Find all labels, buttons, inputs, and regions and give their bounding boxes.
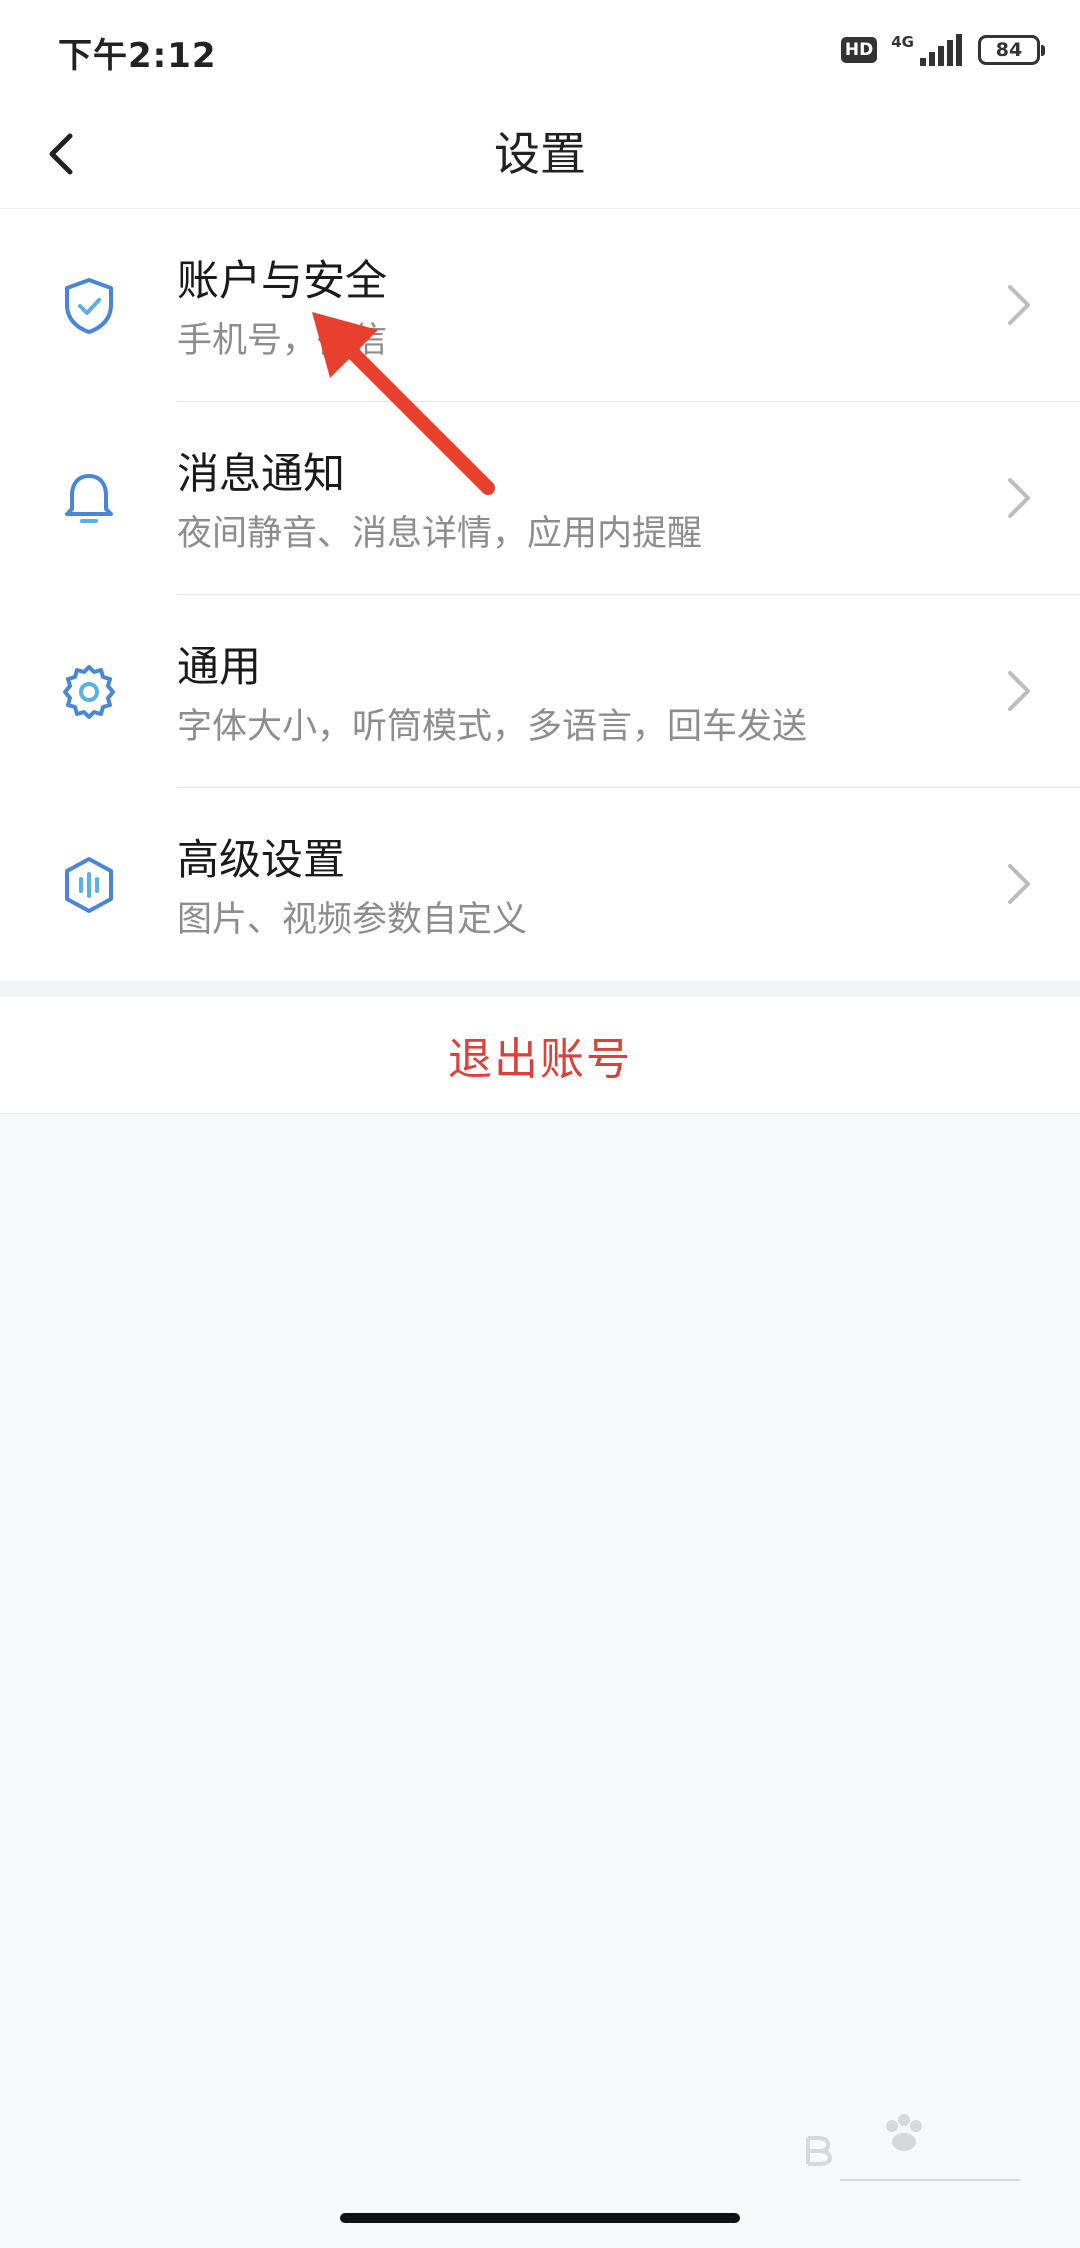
item-title: 高级设置 — [177, 835, 346, 884]
network-indicator: 4G — [891, 32, 964, 68]
item-subtitle: 手机号，微信 — [177, 321, 388, 361]
battery-icon: 84 — [978, 35, 1045, 65]
bell-icon — [65, 474, 113, 523]
status-bar: 下午2:12 HD 4G 84 — [0, 0, 1080, 100]
section-gap — [0, 981, 1080, 997]
chevron-right-icon — [1008, 285, 1030, 325]
home-indicator[interactable] — [340, 2213, 740, 2223]
chevron-right-icon — [1008, 671, 1030, 711]
logout-button[interactable]: 退出账号 — [0, 997, 1080, 1114]
item-title: 通用 — [177, 642, 262, 691]
item-subtitle: 夜间静音、消息详情，应用内提醒 — [177, 514, 703, 554]
item-title: 账户与安全 — [177, 256, 388, 305]
hexagon-bars-icon — [65, 857, 113, 913]
nav-bar: 设置 — [0, 100, 1080, 209]
logout-label: 退出账号 — [448, 1034, 632, 1085]
status-indicators: HD 4G 84 — [840, 30, 1045, 70]
shield-check-icon — [65, 278, 113, 334]
item-subtitle: 字体大小，听筒模式，多语言，回车发送 — [177, 707, 808, 747]
chevron-right-icon — [1008, 864, 1030, 904]
network-type-label: 4G — [891, 33, 914, 51]
hd-badge: HD — [840, 37, 878, 63]
settings-item-general[interactable]: 通用 字体大小，听筒模式，多语言，回车发送 — [0, 595, 1080, 788]
settings-item-notifications[interactable]: 消息通知 夜间静音、消息详情，应用内提醒 — [0, 402, 1080, 595]
signal-icon — [920, 34, 962, 66]
settings-item-account-security[interactable]: 账户与安全 手机号，微信 — [0, 209, 1080, 402]
gear-icon — [63, 665, 115, 719]
page-title: 设置 — [494, 127, 586, 181]
item-subtitle: 图片、视频参数自定义 — [177, 900, 528, 940]
settings-item-advanced[interactable]: 高级设置 图片、视频参数自定义 — [0, 788, 1080, 981]
status-time: 下午2:12 — [58, 36, 217, 76]
chevron-right-icon — [1008, 478, 1030, 518]
item-title: 消息通知 — [177, 449, 346, 498]
battery-level: 84 — [995, 39, 1023, 61]
settings-list: 账户与安全 手机号，微信 消息通知 夜间静音、消息详情，应用内提醒 通用 字体大… — [0, 209, 1080, 981]
baidu-jingyan-watermark-icon — [806, 2114, 1020, 2181]
